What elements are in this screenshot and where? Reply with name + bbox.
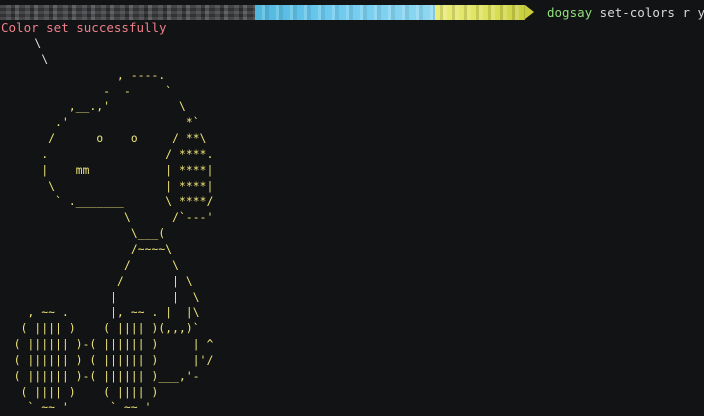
dog-ascii-art: , ----. - - ` ,__.,' \ .' *` / o o / **\… (13, 68, 214, 415)
prompt-arrow-icon (525, 5, 534, 19)
prompt-git-segment-texture (255, 5, 435, 20)
command-line: dogsay set-colors r y (547, 5, 704, 20)
prompt-status-segment-texture (435, 5, 525, 20)
shell-prompt (0, 5, 540, 20)
command-args: set-colors r y (592, 5, 704, 20)
command-name: dogsay (547, 5, 593, 20)
prompt-path-segment-texture (0, 5, 255, 20)
command-output: Color set successfully (1, 20, 167, 35)
terminal-window[interactable]: dogsay set-colors r y Color set successf… (0, 0, 704, 416)
